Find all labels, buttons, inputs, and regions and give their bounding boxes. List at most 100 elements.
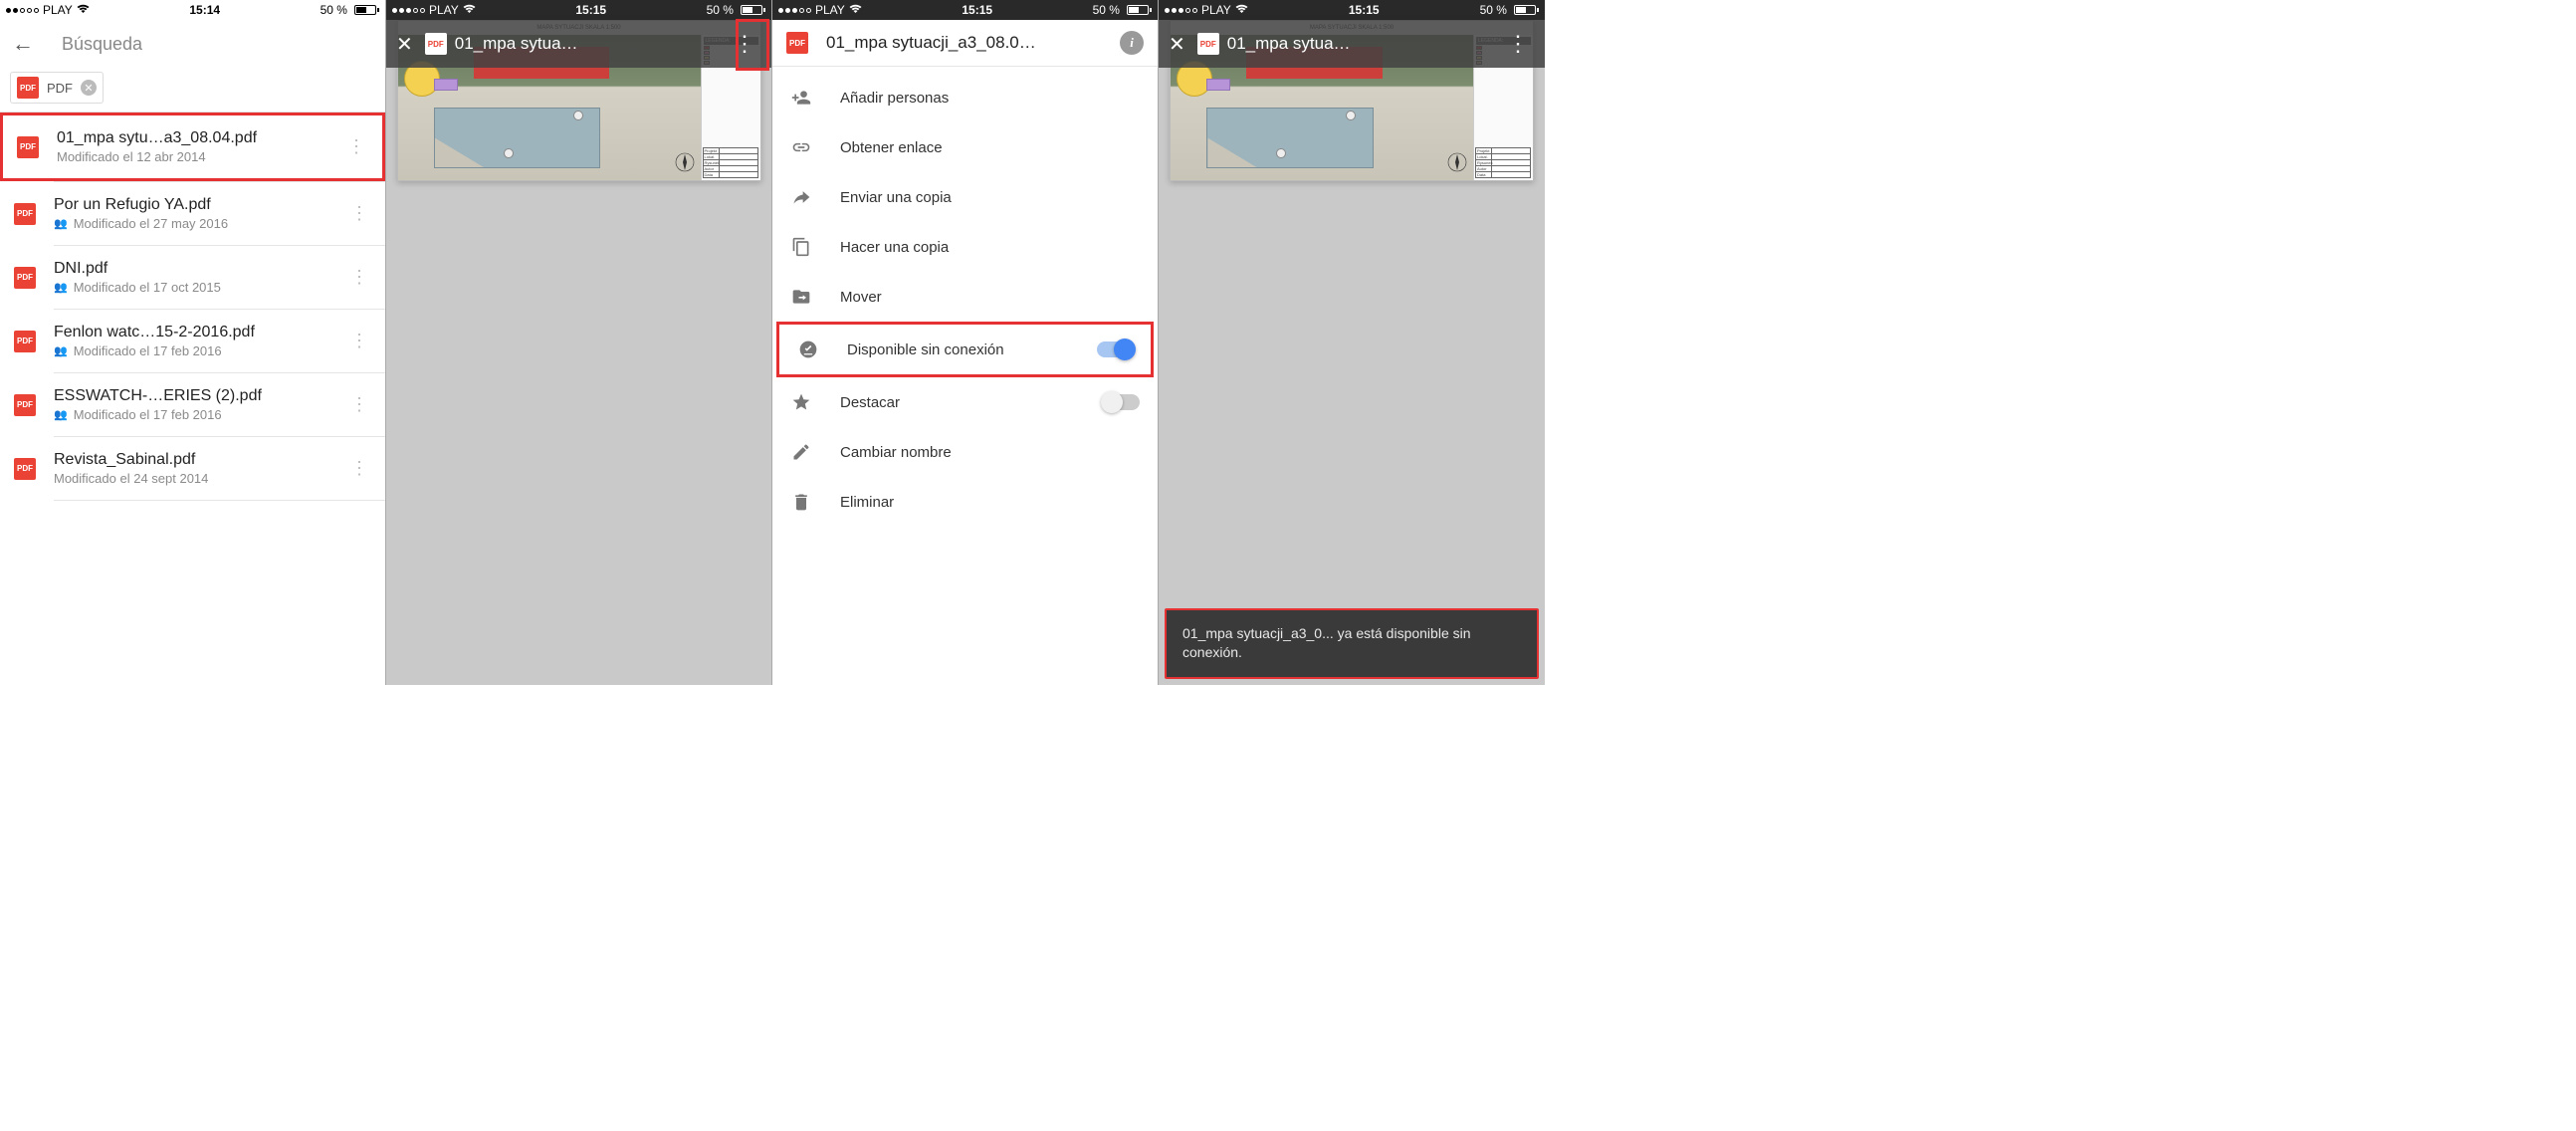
send-icon xyxy=(790,187,812,207)
status-bar: PLAY 15:15 50 % xyxy=(1159,0,1545,20)
file-name: DNI.pdf xyxy=(54,260,328,278)
file-name: Fenlon watc…15-2-2016.pdf xyxy=(54,324,328,341)
menu-label: Enviar una copia xyxy=(840,189,1140,206)
more-icon[interactable]: ⋮ xyxy=(344,388,373,421)
pdf-icon: PDF xyxy=(14,203,36,225)
signal-dots-icon xyxy=(1165,8,1197,13)
star-toggle[interactable] xyxy=(1104,394,1140,410)
shared-icon: 👥 xyxy=(54,281,68,294)
file-row[interactable]: PDF Revista_Sabinal.pdf Modificado el 24… xyxy=(0,437,385,500)
page-title: Búsqueda xyxy=(62,34,142,55)
file-name: Por un Refugio YA.pdf xyxy=(54,196,328,214)
chip-remove-icon[interactable]: ✕ xyxy=(81,80,97,96)
preview-toolbar: ✕ PDF 01_mpa sytua… ⋮ xyxy=(1159,20,1545,68)
menu-label: Añadir personas xyxy=(840,90,1140,107)
pdf-icon: PDF xyxy=(14,394,36,416)
battery-pct: 50 % xyxy=(321,3,347,17)
file-row[interactable]: PDF 01_mpa sytu…a3_08.04.pdf Modificado … xyxy=(0,113,385,181)
more-icon[interactable]: ⋮ xyxy=(344,261,373,294)
battery-pct: 50 % xyxy=(1093,3,1120,17)
battery-pct: 50 % xyxy=(1480,3,1507,17)
menu-label: Obtener enlace xyxy=(840,139,1140,156)
wifi-icon xyxy=(77,4,90,17)
menu-get-link[interactable]: Obtener enlace xyxy=(772,122,1158,172)
offline-pin-icon xyxy=(797,339,819,359)
more-icon[interactable]: ⋮ xyxy=(344,197,373,230)
highlight-box xyxy=(736,19,769,71)
wifi-icon xyxy=(1235,4,1248,17)
file-name: 01_mpa sytu…a3_08.04.pdf xyxy=(57,129,325,147)
preview-toolbar: ✕ PDF 01_mpa sytua… ⋮ xyxy=(386,20,771,68)
pdf-icon: PDF xyxy=(1197,33,1219,55)
status-bar: PLAY 15:15 50 % xyxy=(386,0,771,20)
more-icon[interactable]: ⋮ xyxy=(344,325,373,357)
menu-label: Destacar xyxy=(840,394,1076,411)
file-subtitle: Modificado el 17 feb 2016 xyxy=(74,407,222,422)
menu-move[interactable]: Mover xyxy=(772,272,1158,322)
carrier-label: PLAY xyxy=(815,3,845,17)
edit-icon xyxy=(790,442,812,462)
link-icon xyxy=(790,137,812,157)
clock: 15:15 xyxy=(1349,3,1380,17)
screen-preview-toast: PLAY 15:15 50 % MAPA SYTUACJI SKALA 1:50… xyxy=(1159,0,1545,685)
file-row[interactable]: PDF Por un Refugio YA.pdf 👥 Modificado el… xyxy=(0,182,385,245)
file-row[interactable]: PDF DNI.pdf 👥Modificado el 17 oct 2015 ⋮ xyxy=(0,246,385,309)
sheet-title: 01_mpa sytuacji_a3_08.0… xyxy=(826,33,1102,53)
wifi-icon xyxy=(849,4,862,17)
menu-offline[interactable]: Disponible sin conexión xyxy=(779,325,1151,374)
file-subtitle: Modificado el 27 may 2016 xyxy=(74,216,228,231)
menu-add-people[interactable]: Añadir personas xyxy=(772,73,1158,122)
back-arrow-icon[interactable]: ← xyxy=(12,31,34,57)
menu-send-copy[interactable]: Enviar una copia xyxy=(772,172,1158,222)
info-icon[interactable]: i xyxy=(1120,31,1144,55)
menu-label: Mover xyxy=(840,289,1140,306)
compass-icon xyxy=(1447,152,1467,172)
toast-offline: 01_mpa sytuacji_a3_0... ya está disponib… xyxy=(1165,608,1539,679)
pdf-icon: PDF xyxy=(14,267,36,289)
sheet-header: PDF 01_mpa sytuacji_a3_08.0… i xyxy=(772,20,1158,66)
filter-chip-pdf[interactable]: PDF PDF ✕ xyxy=(10,72,104,104)
more-icon[interactable]: ⋮ xyxy=(344,452,373,485)
more-icon[interactable]: ⋮ xyxy=(1501,27,1535,61)
file-subtitle: Modificado el 12 abr 2014 xyxy=(57,149,325,164)
preview-title: 01_mpa sytua… xyxy=(455,34,578,54)
menu-rename[interactable]: Cambiar nombre xyxy=(772,427,1158,477)
signal-dots-icon xyxy=(778,8,811,13)
person-add-icon xyxy=(790,88,812,108)
star-icon xyxy=(790,392,812,412)
clock: 15:15 xyxy=(962,3,992,17)
close-icon[interactable]: ✕ xyxy=(396,32,413,57)
shared-icon: 👥 xyxy=(54,217,68,230)
carrier-label: PLAY xyxy=(43,3,73,17)
battery-icon xyxy=(1511,5,1539,15)
menu-star[interactable]: Destacar xyxy=(772,377,1158,427)
menu-delete[interactable]: Eliminar xyxy=(772,477,1158,527)
signal-dots-icon xyxy=(392,8,425,13)
file-row[interactable]: PDF Fenlon watc…15-2-2016.pdf 👥 Modificad… xyxy=(0,310,385,372)
close-icon[interactable]: ✕ xyxy=(1169,32,1185,57)
pdf-icon: PDF xyxy=(786,32,808,54)
wifi-icon xyxy=(463,4,476,17)
more-icon[interactable]: ⋮ xyxy=(341,130,370,163)
nav-bar: ← Búsqueda xyxy=(0,20,385,68)
shared-icon: 👥 xyxy=(54,344,68,357)
chip-label: PDF xyxy=(47,81,73,96)
clock: 15:14 xyxy=(189,3,220,17)
screen-search: PLAY 15:14 50 % ← Búsqueda PDF PDF ✕ PDF… xyxy=(0,0,386,685)
status-bar: PLAY 15:14 50 % xyxy=(0,0,385,20)
carrier-label: PLAY xyxy=(1201,3,1231,17)
offline-toggle[interactable] xyxy=(1097,341,1133,357)
menu-make-copy[interactable]: Hacer una copia xyxy=(772,222,1158,272)
pdf-icon: PDF xyxy=(14,458,36,480)
trash-icon xyxy=(790,492,812,512)
battery-icon xyxy=(351,5,379,15)
pdf-icon: PDF xyxy=(17,136,39,158)
pdf-icon: PDF xyxy=(14,331,36,352)
signal-dots-icon xyxy=(6,8,39,13)
file-subtitle: Modificado el 17 feb 2016 xyxy=(74,343,222,358)
copy-icon xyxy=(790,237,812,257)
menu-label: Eliminar xyxy=(840,494,1140,511)
screen-preview: PLAY 15:15 50 % MAPA SYTUACJI SKALA 1:50… xyxy=(386,0,772,685)
clock: 15:15 xyxy=(575,3,606,17)
file-row[interactable]: PDF ESSWATCH-…ERIES (2).pdf 👥Modificado … xyxy=(0,373,385,436)
